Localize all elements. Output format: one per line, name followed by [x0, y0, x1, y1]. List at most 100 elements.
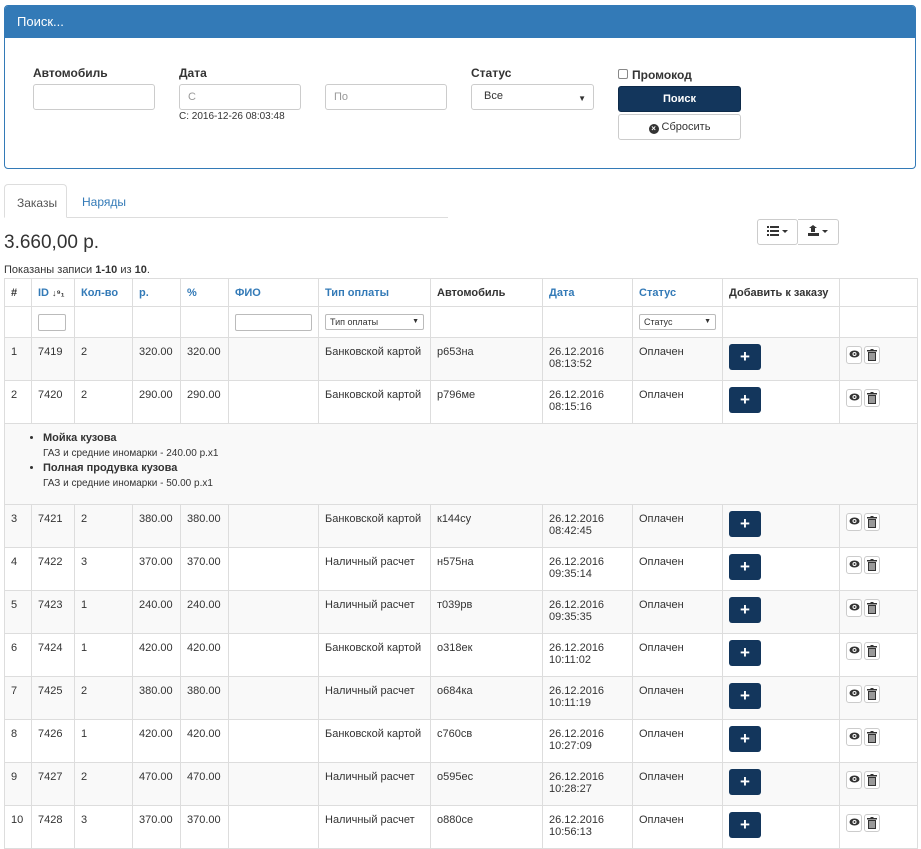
add-to-order-button[interactable]: + — [729, 344, 761, 370]
col-header-date[interactable]: Дата — [542, 278, 633, 307]
cell-date-day: 26.12.2016 — [549, 346, 605, 358]
cell-fio — [228, 547, 319, 591]
table-row[interactable]: 3 7421 2 380.00 380.00 Банковской картой… — [4, 504, 918, 548]
col-header-num: # — [4, 278, 32, 307]
cell-qty: 2 — [74, 676, 133, 720]
view-button[interactable] — [846, 389, 862, 407]
col-header-id[interactable]: ID ↓⁹₁ — [31, 278, 75, 307]
payment-filter-select[interactable]: Тип оплаты ▼ — [325, 314, 424, 330]
search-button[interactable]: Поиск — [618, 86, 741, 112]
add-to-order-button[interactable]: + — [729, 511, 761, 537]
status-select[interactable]: Все ▼ — [471, 84, 594, 110]
date-label: Дата — [179, 66, 207, 80]
car-input[interactable] — [33, 84, 155, 110]
cell-id: 7424 — [31, 633, 75, 677]
delete-button[interactable] — [864, 513, 880, 531]
col-header-qty[interactable]: Кол-во — [74, 278, 133, 307]
table-row[interactable]: 1 7419 2 320.00 320.00 Банковской картой… — [4, 337, 918, 381]
table-row[interactable]: 6 7424 1 420.00 420.00 Банковской картой… — [4, 633, 918, 677]
trash-icon — [867, 602, 877, 614]
cell-num: 6 — [4, 633, 32, 677]
tab-orders[interactable]: Заказы — [4, 184, 67, 218]
col-header-payment[interactable]: Тип оплаты — [318, 278, 431, 307]
add-to-order-button[interactable]: + — [729, 554, 761, 580]
cell-car: о318ек — [430, 633, 543, 677]
cell-id: 7426 — [31, 719, 75, 763]
add-to-order-button[interactable]: + — [729, 640, 761, 666]
export-button[interactable] — [798, 219, 839, 245]
delete-button[interactable] — [864, 685, 880, 703]
cell-num: 4 — [4, 547, 32, 591]
delete-button[interactable] — [864, 556, 880, 574]
table-row[interactable]: 8 7426 1 420.00 420.00 Банковской картой… — [4, 719, 918, 763]
search-panel-title: Поиск... — [5, 6, 915, 38]
table-row[interactable]: 4 7422 3 370.00 370.00 Наличный расчет н… — [4, 547, 918, 591]
cell-payment: Банковской картой — [318, 380, 431, 424]
cell-pct: 240.00 — [180, 590, 229, 634]
cell-date-time: 10:56:13 — [549, 826, 592, 838]
cell-date: 26.12.2016 08:42:45 — [542, 504, 633, 548]
view-button[interactable] — [846, 685, 862, 703]
col-header-status[interactable]: Статус — [632, 278, 723, 307]
delete-button[interactable] — [864, 771, 880, 789]
cell-rub: 470.00 — [132, 762, 181, 806]
table-row[interactable]: 2 7420 2 290.00 290.00 Банковской картой… — [4, 380, 918, 424]
delete-button[interactable] — [864, 728, 880, 746]
cell-num: 10 — [4, 805, 32, 849]
delete-button[interactable] — [864, 642, 880, 660]
col-header-pct[interactable]: % — [180, 278, 229, 307]
view-button[interactable] — [846, 556, 862, 574]
reset-button[interactable]: × Сбросить — [618, 114, 741, 140]
cell-id: 7420 — [31, 380, 75, 424]
columns-button[interactable] — [757, 219, 798, 245]
cell-car: с760св — [430, 719, 543, 763]
delete-button[interactable] — [864, 599, 880, 617]
date-from-input[interactable] — [179, 84, 301, 110]
id-filter-input[interactable] — [38, 313, 66, 331]
cell-fio — [228, 633, 319, 677]
view-button[interactable] — [846, 346, 862, 364]
delete-button[interactable] — [864, 346, 880, 364]
status-filter-select[interactable]: Статус ▼ — [639, 314, 716, 330]
plus-icon: + — [740, 686, 750, 705]
cell-qty: 3 — [74, 805, 133, 849]
cell-status: Оплачен — [632, 590, 723, 634]
eye-icon — [849, 603, 859, 611]
view-button[interactable] — [846, 771, 862, 789]
promo-checkbox[interactable] — [618, 69, 628, 79]
cell-id: 7425 — [31, 676, 75, 720]
delete-button[interactable] — [864, 814, 880, 832]
add-to-order-button[interactable]: + — [729, 726, 761, 752]
view-button[interactable] — [846, 814, 862, 832]
add-to-order-button[interactable]: + — [729, 597, 761, 623]
cell-actions — [839, 504, 918, 548]
add-to-order-button[interactable]: + — [729, 812, 761, 838]
cell-car: р653на — [430, 337, 543, 381]
date-hint: С: 2016-12-26 08:03:48 — [179, 111, 285, 122]
view-button[interactable] — [846, 513, 862, 531]
fio-filter-input[interactable] — [235, 313, 312, 331]
cell-payment: Наличный расчет — [318, 805, 431, 849]
cell-date-day: 26.12.2016 — [549, 389, 605, 401]
delete-button[interactable] — [864, 389, 880, 407]
col-header-rub[interactable]: р. — [132, 278, 181, 307]
table-row[interactable]: 9 7427 2 470.00 470.00 Наличный расчет о… — [4, 762, 918, 806]
cell-num: 2 — [4, 380, 32, 424]
tab-work-orders[interactable]: Наряды — [70, 184, 138, 218]
add-to-order-button[interactable]: + — [729, 387, 761, 413]
status-filter-value: Статус — [644, 317, 673, 327]
view-button[interactable] — [846, 642, 862, 660]
cell-rub: 420.00 — [132, 719, 181, 763]
date-to-input[interactable] — [325, 84, 447, 110]
add-to-order-button[interactable]: + — [729, 769, 761, 795]
table-row[interactable]: 10 7428 3 370.00 370.00 Наличный расчет … — [4, 805, 918, 849]
view-button[interactable] — [846, 728, 862, 746]
view-button[interactable] — [846, 599, 862, 617]
col-header-fio[interactable]: ФИО — [228, 278, 319, 307]
table-row[interactable]: 5 7423 1 240.00 240.00 Наличный расчет т… — [4, 590, 918, 634]
cell-rub: 240.00 — [132, 590, 181, 634]
table-row[interactable]: 7 7425 2 380.00 380.00 Наличный расчет о… — [4, 676, 918, 720]
add-to-order-button[interactable]: + — [729, 683, 761, 709]
eye-icon — [849, 350, 859, 358]
plus-icon: + — [740, 643, 750, 662]
